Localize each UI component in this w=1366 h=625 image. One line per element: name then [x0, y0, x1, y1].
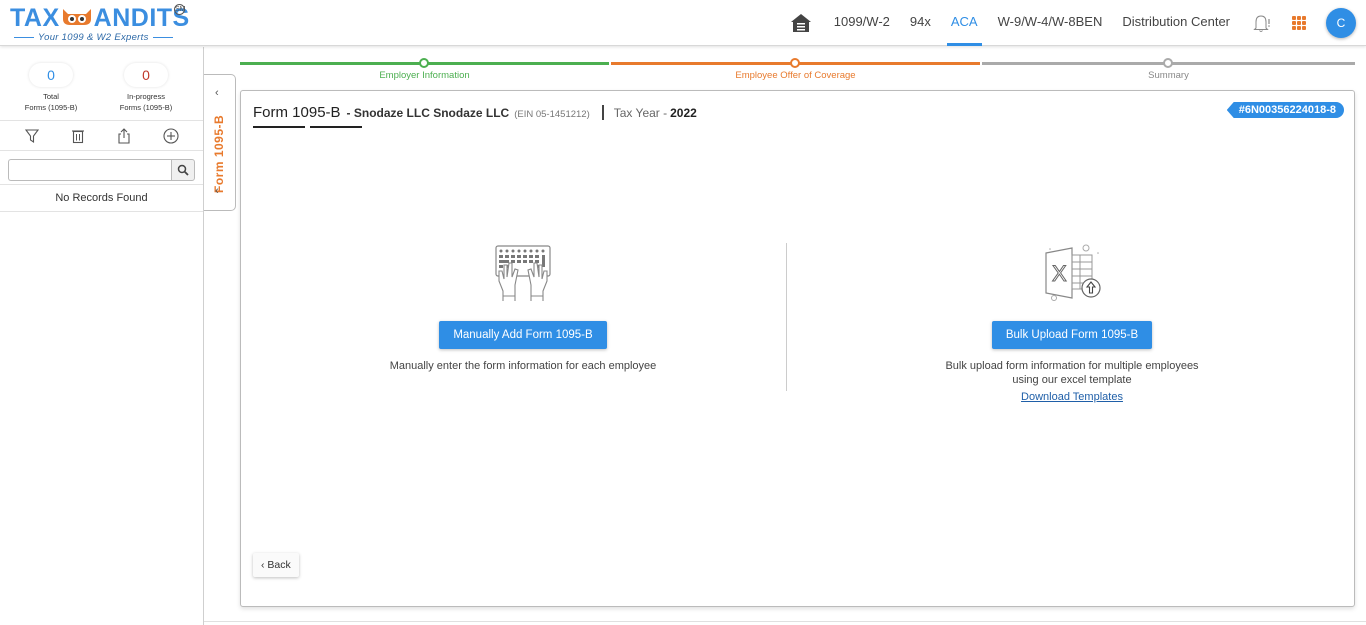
search-input[interactable] [8, 159, 172, 181]
forms-sidebar: 0 Total Forms (1095-B) 0 In-progress For… [0, 47, 204, 625]
form-card: Form 1095-B - Snodaze LLC Snodaze LLC (E… [240, 90, 1355, 607]
step-summary[interactable]: Summary [982, 56, 1355, 86]
download-templates-link[interactable]: Download Templates [1021, 391, 1123, 403]
tax-year-label: Tax Year - [613, 106, 668, 120]
bell-icon[interactable] [1252, 13, 1272, 33]
form-header: Form 1095-B - Snodaze LLC Snodaze LLC (E… [253, 104, 697, 121]
company-name: - Snodaze LLC Snodaze LLC [346, 106, 510, 120]
total-forms-stat[interactable]: 0 Total Forms (1095-B) [6, 63, 96, 113]
tax-year-value: 2022 [670, 106, 697, 120]
export-icon[interactable] [116, 128, 132, 144]
add-circle-icon[interactable] [163, 128, 179, 144]
trademark-mark: SM [174, 4, 186, 15]
keyboard-typing-icon [495, 245, 551, 301]
bulk-description-line-1: Bulk upload form information for multipl… [945, 360, 1199, 372]
step-dot [419, 58, 429, 68]
form-title: Form 1095-B [253, 104, 341, 121]
trash-icon[interactable] [70, 128, 86, 144]
total-forms-count: 0 [29, 63, 73, 87]
footer-divider [204, 621, 1366, 622]
sidebar-toolbar [0, 121, 203, 151]
inprogress-forms-label-1: In-progress [127, 92, 165, 101]
top-header: TAX ANDITS SM Your 1099 & W2 Experts 109… [0, 0, 1366, 46]
search-icon [177, 164, 189, 176]
logo-tagline: Your 1099 & W2 Experts [10, 32, 177, 43]
inprogress-forms-stat[interactable]: 0 In-progress Forms (1095-B) [101, 63, 191, 113]
sidebar-search [0, 151, 203, 185]
excel-upload-icon: X [1045, 244, 1101, 301]
manual-description: Manually enter the form information for … [389, 360, 657, 372]
owl-icon [60, 5, 94, 25]
step-dot [790, 58, 800, 68]
step-label: Employee Offer of Coverage [735, 70, 856, 81]
chevron-left-icon[interactable]: ‹ [215, 87, 219, 99]
svg-text:X: X [1052, 261, 1067, 286]
search-button[interactable] [171, 159, 195, 181]
home-icon[interactable] [790, 12, 812, 34]
step-label: Summary [1148, 70, 1189, 81]
apps-grid-icon[interactable] [1292, 16, 1306, 30]
submission-id-badge: #6N00356224018-8 [1226, 102, 1344, 118]
logo-text-left: TAX [10, 4, 60, 32]
manually-add-form-button[interactable]: Manually Add Form 1095-B [439, 321, 607, 349]
nav-aca[interactable]: ACA [941, 0, 988, 46]
bulk-upload-form-button[interactable]: Bulk Upload Form 1095-B [991, 321, 1153, 349]
total-forms-label-1: Total [43, 92, 59, 101]
ein-number: (EIN 05-1451212) [514, 109, 590, 120]
total-forms-label-2: Forms (1095-B) [24, 103, 78, 112]
back-button[interactable]: ‹ Back [253, 553, 299, 577]
step-dot [1163, 58, 1173, 68]
nav-94x[interactable]: 94x [900, 0, 941, 46]
manual-entry-option: Manually Add Form 1095-B Manually enter … [373, 243, 673, 373]
filter-icon[interactable] [24, 128, 40, 144]
chevron-left-icon[interactable]: ‹ [215, 185, 219, 197]
title-underline [253, 126, 305, 128]
vertical-tab-label: Form 1095-B [212, 114, 226, 193]
inprogress-forms-count: 0 [124, 63, 168, 87]
title-underline [310, 126, 362, 128]
taxbandits-logo[interactable]: TAX ANDITS SM Your 1099 & W2 Experts [10, 2, 190, 44]
user-avatar[interactable]: C [1326, 8, 1356, 38]
main-nav: 1099/W-2 94x ACA W-9/W-4/W-8BEN Distribu… [790, 0, 1366, 46]
header-divider [601, 105, 604, 120]
nav-1099-w2[interactable]: 1099/W-2 [824, 0, 900, 46]
bulk-upload-option: X Bulk Upload Form 1095-B Bulk upload fo… [922, 243, 1222, 405]
options-divider [786, 243, 787, 391]
inprogress-forms-label-2: Forms (1095-B) [119, 103, 173, 112]
step-employer-information[interactable]: Employer Information [240, 56, 609, 86]
nav-distribution-center[interactable]: Distribution Center [1112, 0, 1240, 46]
form-vertical-tab[interactable]: ‹ Form 1095-B ‹ [204, 74, 236, 211]
bulk-description-line-2: using our excel template [1012, 374, 1132, 386]
back-label: Back [267, 559, 291, 571]
no-records-message: No Records Found [0, 185, 203, 212]
nav-w9-w4-w8ben[interactable]: W-9/W-4/W-8BEN [988, 0, 1113, 46]
form-stats: 0 Total Forms (1095-B) 0 In-progress For… [0, 47, 203, 121]
step-employee-offer-of-coverage[interactable]: Employee Offer of Coverage [611, 56, 980, 86]
step-label: Employer Information [379, 70, 470, 81]
progress-stepper: Employer Information Employee Offer of C… [240, 56, 1355, 86]
